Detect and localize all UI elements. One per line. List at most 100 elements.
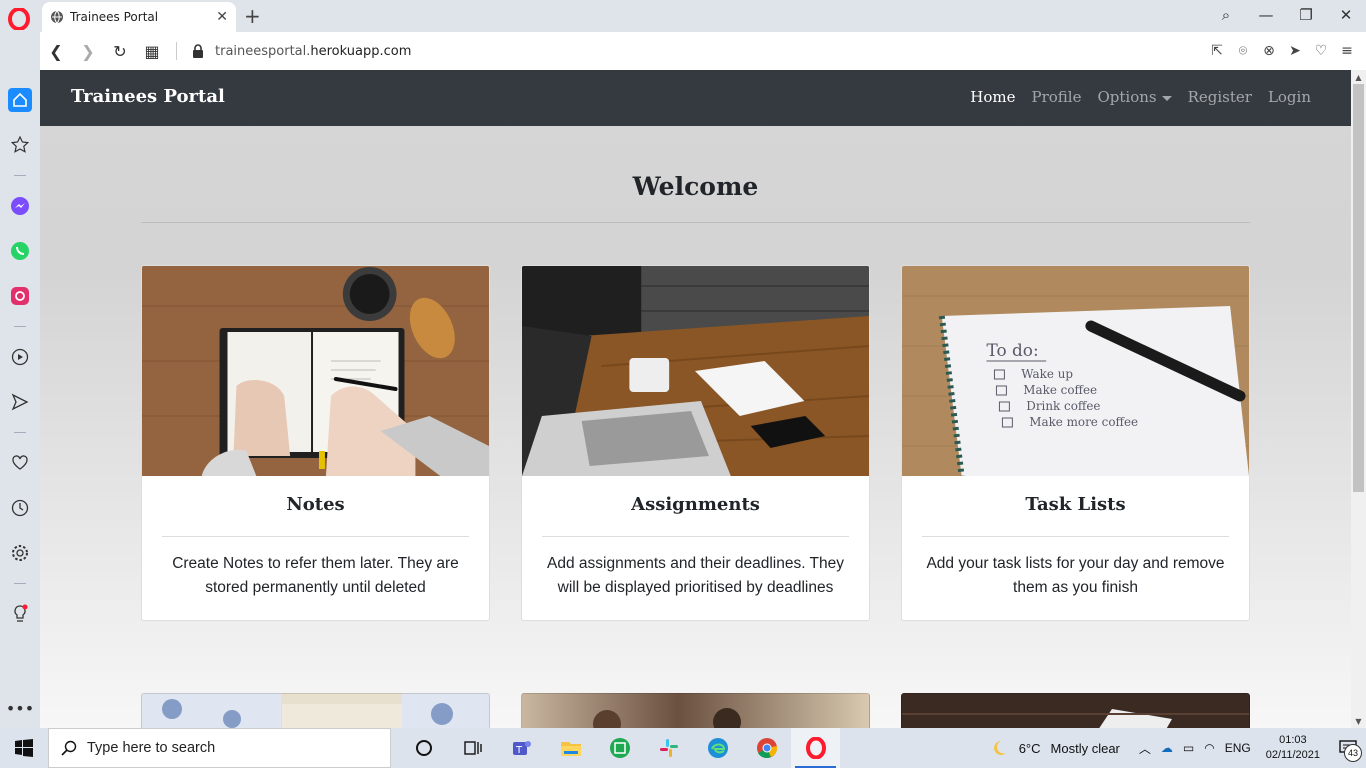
svg-text:T: T — [515, 745, 523, 756]
nav-register[interactable]: Register — [1188, 88, 1252, 106]
menu-icon[interactable]: ≡ — [1334, 38, 1360, 64]
more-icon[interactable]: ••• — [6, 696, 34, 720]
settings-icon[interactable] — [8, 541, 32, 565]
notes-photo — [142, 266, 489, 476]
home-icon[interactable] — [8, 88, 32, 112]
search-placeholder: Type here to search — [87, 740, 216, 756]
tasklist-photo: To do: Wake up Make coffee Drink coffee … — [902, 266, 1249, 477]
adblock-icon[interactable]: ⊗ — [1256, 38, 1282, 64]
whatsapp-icon[interactable] — [8, 239, 32, 263]
close-tab-icon[interactable]: ✕ — [216, 9, 228, 25]
opera-taskbar-icon[interactable] — [791, 728, 840, 768]
site-navbar: Trainees Portal Home Profile Options Reg… — [40, 70, 1351, 126]
reload-icon[interactable]: ↻ — [104, 35, 136, 67]
windows-start-icon[interactable] — [0, 728, 48, 768]
back-icon[interactable]: ❮ — [40, 35, 72, 67]
card-row2-2[interactable] — [521, 693, 870, 728]
weather-text: Mostly clear — [1050, 740, 1120, 756]
share-icon[interactable]: ⇱ — [1204, 38, 1230, 64]
taskbar-apps: T — [399, 728, 840, 768]
site-brand[interactable]: Trainees Portal — [71, 86, 225, 107]
clock-time: 01:03 — [1279, 734, 1307, 746]
nav-profile[interactable]: Profile — [1031, 88, 1081, 106]
sidebar-divider — [14, 175, 26, 176]
scroll-down-icon[interactable]: ▼ — [1351, 714, 1366, 728]
page-title: Welcome — [632, 172, 759, 201]
search-tabs-icon[interactable]: ⌕ — [1206, 0, 1246, 30]
bookmarks-icon[interactable] — [8, 133, 32, 157]
nav-home[interactable]: Home — [970, 88, 1015, 106]
assignments-photo — [522, 266, 869, 476]
heart-icon[interactable]: ♡ — [1308, 38, 1334, 64]
tab-title: Trainees Portal — [70, 10, 159, 24]
moon-icon — [993, 741, 1006, 755]
url-prefix: traineesportal. — [215, 43, 311, 59]
card-task-lists[interactable]: To do: Wake up Make coffee Drink coffee … — [901, 265, 1250, 621]
tabs-grid-icon[interactable]: ▦ — [136, 35, 168, 67]
send-icon[interactable]: ➤ — [1282, 38, 1308, 64]
instagram-icon[interactable] — [8, 284, 32, 308]
tasklist-heading: To do: — [987, 340, 1039, 360]
people-photo — [593, 708, 741, 728]
browser-tabbar: Trainees Portal ✕ + ⌕ — ❐ ✕ — [0, 0, 1366, 32]
forward-icon[interactable]: ❯ — [72, 35, 104, 67]
card-divider — [922, 536, 1229, 537]
url-field[interactable]: traineesportal.herokuapp.com — [215, 44, 1204, 59]
card-title: Task Lists — [1025, 494, 1126, 515]
history-icon[interactable] — [8, 496, 32, 520]
card-assignments[interactable]: Assignments Add assignments and their de… — [521, 265, 870, 621]
card-text: Add your task lists for your day and rem… — [926, 555, 1225, 596]
wifi-icon[interactable]: ◠ — [1204, 741, 1214, 755]
notifications-icon[interactable]: 43 — [1330, 728, 1366, 768]
scroll-thumb[interactable] — [1353, 84, 1364, 492]
nav-login[interactable]: Login — [1268, 88, 1311, 106]
language-indicator[interactable]: ENG — [1225, 741, 1251, 755]
task-item: Wake up — [1021, 367, 1073, 381]
chevron-up-icon[interactable]: ︿ — [1139, 740, 1151, 757]
lock-icon[interactable] — [191, 43, 205, 59]
scroll-up-icon[interactable]: ▲ — [1351, 70, 1366, 84]
restore-icon[interactable]: ❐ — [1286, 0, 1326, 30]
send-icon[interactable] — [8, 390, 32, 414]
close-window-icon[interactable]: ✕ — [1326, 0, 1366, 30]
player-icon[interactable] — [8, 345, 32, 369]
books-photo — [162, 699, 453, 728]
opera-logo-icon[interactable] — [8, 8, 30, 30]
card-title: Notes — [286, 494, 345, 515]
task-item: Make more coffee — [1029, 415, 1138, 429]
card-row2-3[interactable] — [901, 693, 1250, 728]
calendar-photo — [902, 709, 1249, 728]
title-divider — [141, 222, 1250, 223]
card-notes[interactable]: Notes Create Notes to refer them later. … — [141, 265, 490, 621]
edge-icon[interactable] — [693, 728, 742, 768]
slack-icon[interactable] — [644, 728, 693, 768]
window-controls: ⌕ — ❐ ✕ — [1206, 0, 1366, 30]
system-tray: 6°C Mostly clear ︿ ☁ ▭ ◠ ENG 01:03 02/11… — [989, 728, 1366, 768]
minimize-icon[interactable]: — — [1246, 0, 1286, 30]
caret-down-icon — [1161, 95, 1172, 101]
new-tab-button[interactable]: + — [244, 4, 261, 28]
cortana-icon[interactable] — [399, 728, 448, 768]
weather-widget[interactable]: 6°C Mostly clear — [989, 738, 1120, 758]
teams-icon[interactable]: T — [497, 728, 546, 768]
browser-tab[interactable]: Trainees Portal ✕ — [42, 2, 236, 32]
sheets-app-icon[interactable] — [595, 728, 644, 768]
page-scrollbar[interactable]: ▲ ▼ — [1351, 70, 1366, 728]
battery-icon[interactable]: ▭ — [1183, 741, 1194, 755]
camera-icon[interactable]: ⌾ — [1230, 38, 1256, 64]
taskbar-clock[interactable]: 01:03 02/11/2021 — [1266, 733, 1320, 763]
chrome-icon[interactable] — [742, 728, 791, 768]
card-title: Assignments — [631, 494, 760, 515]
heart-icon[interactable] — [8, 451, 32, 475]
taskbar-search[interactable]: Type here to search — [48, 728, 391, 768]
bulb-icon[interactable] — [8, 602, 32, 626]
messenger-icon[interactable] — [8, 194, 32, 218]
card-row2-1[interactable] — [141, 693, 490, 728]
card-divider — [542, 536, 849, 537]
onedrive-icon[interactable]: ☁ — [1161, 741, 1173, 755]
nav-options-dropdown[interactable]: Options — [1097, 88, 1172, 106]
task-view-icon[interactable] — [448, 728, 497, 768]
file-explorer-icon[interactable] — [546, 728, 595, 768]
task-item: Drink coffee — [1026, 399, 1100, 413]
sidebar-divider — [14, 326, 26, 327]
